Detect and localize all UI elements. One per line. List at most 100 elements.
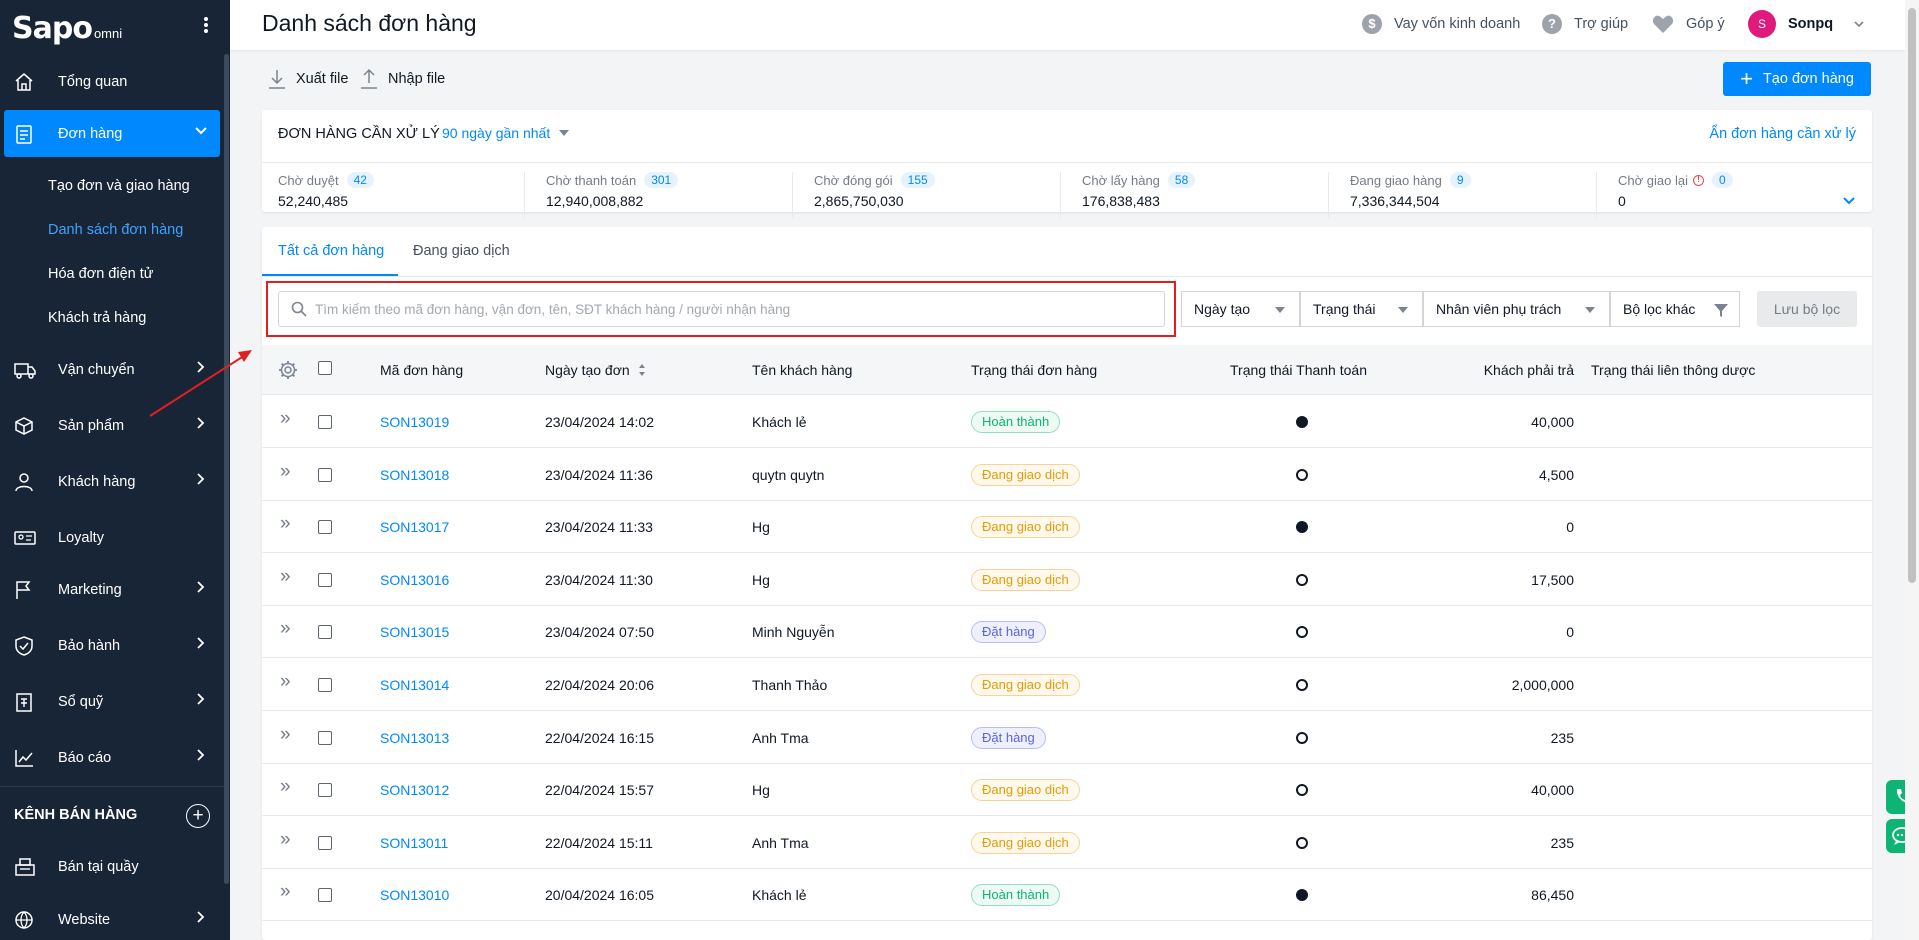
hide-process-link[interactable]: Ẩn đơn hàng cần xử lý	[1709, 126, 1856, 142]
nav-item-pos[interactable]: Bán tại quầy	[4, 843, 220, 890]
stat-count: 42	[346, 172, 374, 188]
row-checkbox[interactable]	[318, 625, 332, 640]
expand-row-icon[interactable]: »	[280, 830, 291, 849]
more-menu-icon[interactable]	[200, 14, 212, 36]
save-filter-button[interactable]: Lưu bộ lọc	[1757, 291, 1857, 327]
order-code-link[interactable]: SON13012	[380, 782, 449, 798]
sub-item-create-order[interactable]: Tạo đơn và giao hàng	[48, 178, 190, 194]
filter-status[interactable]: Trạng thái	[1300, 291, 1423, 327]
help-link[interactable]: ? Trợ giúp	[1542, 14, 1628, 34]
order-code-link[interactable]: SON13017	[380, 519, 449, 535]
import-button[interactable]: Nhập file	[360, 68, 445, 90]
filter-staff[interactable]: Nhân viên phụ trách	[1423, 291, 1610, 327]
date-range-select[interactable]: 90 ngày gần nhất	[442, 125, 550, 141]
search-input[interactable]	[315, 301, 1115, 317]
nav-item-marketing[interactable]: Marketing	[4, 566, 220, 613]
expand-row-icon[interactable]: »	[280, 882, 291, 901]
filter-label: Trạng thái	[1313, 301, 1376, 317]
row-checkbox[interactable]	[318, 730, 332, 745]
stat-pending-pickup[interactable]: Chờ lấy hàng 58 176,838,483	[1066, 172, 1334, 222]
sub-item-e-invoice[interactable]: Hóa đơn điện tử	[48, 266, 153, 282]
sidebar-scrollbar[interactable]	[224, 54, 229, 884]
table-row[interactable]: » SON13017 23/04/2024 11:33 Hg Đang giao dịc…	[262, 501, 1872, 554]
stat-pending-approval[interactable]: Chờ duyệt 42 52,240,485	[262, 172, 530, 222]
nav-item-loyalty[interactable]: Loyalty	[4, 514, 220, 561]
sub-item-returns[interactable]: Khách trả hàng	[48, 310, 146, 326]
page-scrollbar[interactable]	[1905, 0, 1919, 940]
stat-delivering[interactable]: Đang giao hàng 9 7,336,344,504	[1334, 172, 1602, 222]
sapo-logo[interactable]: Sapo omni	[12, 6, 122, 46]
nav-item-reports[interactable]: Báo cáo	[4, 734, 220, 781]
filter-created-date[interactable]: Ngày tạo	[1181, 291, 1300, 327]
caret-down-icon[interactable]	[559, 130, 569, 136]
table-row[interactable]: » SON13016 23/04/2024 11:30 Hg Đang giao dịc…	[262, 553, 1872, 606]
feedback-link[interactable]: Góp ý	[1652, 14, 1725, 34]
tab-all-orders[interactable]: Tất cả đơn hàng	[278, 243, 384, 259]
loan-link[interactable]: $ Vay vốn kinh doanh	[1362, 14, 1520, 34]
table-row[interactable]: » SON13010 20/04/2024 16:05 Khách lẻ Hoàn th…	[262, 869, 1872, 922]
chevron-down-icon[interactable]	[1842, 194, 1856, 208]
nav-item-cashbook[interactable]: Sổ quỹ	[4, 678, 220, 725]
nav-item-customers[interactable]: Khách hàng	[4, 458, 220, 505]
column-header: Trạng thái liên thông dược	[1591, 362, 1756, 378]
search-field[interactable]	[278, 291, 1165, 327]
row-checkbox[interactable]	[318, 888, 332, 903]
order-status-badge: Hoàn thành	[971, 411, 1061, 433]
filter-label: Bộ lọc khác	[1623, 301, 1696, 317]
order-code-link[interactable]: SON13015	[380, 624, 449, 640]
expand-row-icon[interactable]: »	[280, 409, 291, 428]
table-row[interactable]: » SON13019 23/04/2024 14:02 Khách lẻ Hoàn th…	[262, 396, 1872, 448]
row-checkbox[interactable]	[318, 572, 332, 587]
row-checkbox[interactable]	[318, 520, 332, 535]
order-code-link[interactable]: SON13019	[380, 414, 449, 430]
nav-item-orders[interactable]: Đơn hàng	[4, 110, 220, 157]
filter-label: Ngày tạo	[1194, 301, 1251, 317]
stat-redeliver[interactable]: Chờ giao lại! 0 0	[1602, 172, 1870, 222]
table-row[interactable]: » SON13014 22/04/2024 20:06 Thanh Thảo Đang …	[262, 659, 1872, 711]
expand-row-icon[interactable]: »	[280, 462, 291, 481]
expand-row-icon[interactable]: »	[280, 777, 291, 796]
table-row[interactable]: » SON13011 22/04/2024 15:11 Anh Tma Đang gia…	[262, 816, 1872, 869]
expand-row-icon[interactable]: »	[280, 567, 291, 586]
order-code-link[interactable]: SON13013	[380, 730, 449, 746]
nav-item-website[interactable]: Website	[4, 896, 220, 940]
row-checkbox[interactable]	[318, 678, 332, 692]
table-row[interactable]: » SON13018 23/04/2024 11:36 quytn quytn Đang…	[262, 448, 1872, 501]
stat-pending-packing[interactable]: Chờ đóng gói 155 2,865,750,030	[798, 172, 1066, 222]
payment-status-dot	[1296, 731, 1308, 744]
stat-count: 58	[1167, 172, 1196, 188]
table-row[interactable]: » SON13012 22/04/2024 15:57 Hg Đang giao dịc…	[262, 764, 1872, 817]
gear-icon[interactable]	[278, 360, 298, 380]
order-code-link[interactable]: SON13011	[380, 835, 448, 851]
table-row[interactable]: » SON13015 23/04/2024 07:50 Minh Nguyễn Đặt …	[262, 606, 1872, 659]
expand-row-icon[interactable]: »	[280, 672, 291, 691]
scrollbar-thumb[interactable]	[1908, 8, 1916, 583]
sort-icon[interactable]	[638, 363, 646, 377]
nav-item-warranty[interactable]: Bảo hành	[4, 622, 220, 669]
tab-in-transaction[interactable]: Đang giao dịch	[413, 243, 510, 259]
order-code-link[interactable]: SON13014	[380, 677, 449, 693]
select-all-checkbox[interactable]	[318, 361, 332, 375]
row-checkbox[interactable]	[318, 415, 332, 429]
expand-row-icon[interactable]: »	[280, 619, 291, 638]
create-order-button[interactable]: + Tạo đơn hàng	[1723, 62, 1871, 96]
expand-row-icon[interactable]: »	[280, 725, 291, 744]
table-row[interactable]: » SON13013 22/04/2024 16:15 Anh Tma Đặt hàng…	[262, 711, 1872, 764]
stat-count: 0	[1711, 172, 1733, 188]
user-menu[interactable]: S Sonpq	[1748, 10, 1865, 38]
row-checkbox[interactable]	[318, 783, 332, 798]
sub-item-order-list[interactable]: Danh sách đơn hàng	[48, 222, 183, 238]
expand-row-icon[interactable]: »	[280, 514, 291, 533]
stat-pending-payment[interactable]: Chờ thanh toán 301 12,940,008,882	[530, 172, 798, 222]
sales-channel-heading: KÊNH BÁN HÀNG	[14, 807, 138, 823]
add-channel-icon[interactable]: +	[186, 804, 210, 828]
row-checkbox[interactable]	[318, 835, 332, 850]
row-checkbox[interactable]	[318, 467, 332, 482]
nav-item-overview[interactable]: Tổng quan	[4, 58, 220, 105]
order-code-link[interactable]: SON13018	[380, 467, 449, 483]
order-code-link[interactable]: SON13016	[380, 572, 449, 588]
filter-other[interactable]: Bộ lọc khác	[1610, 291, 1740, 327]
column-header[interactable]: Ngày tạo đơn	[545, 362, 630, 378]
export-button[interactable]: Xuất file	[268, 68, 348, 90]
order-code-link[interactable]: SON13010	[380, 887, 449, 903]
